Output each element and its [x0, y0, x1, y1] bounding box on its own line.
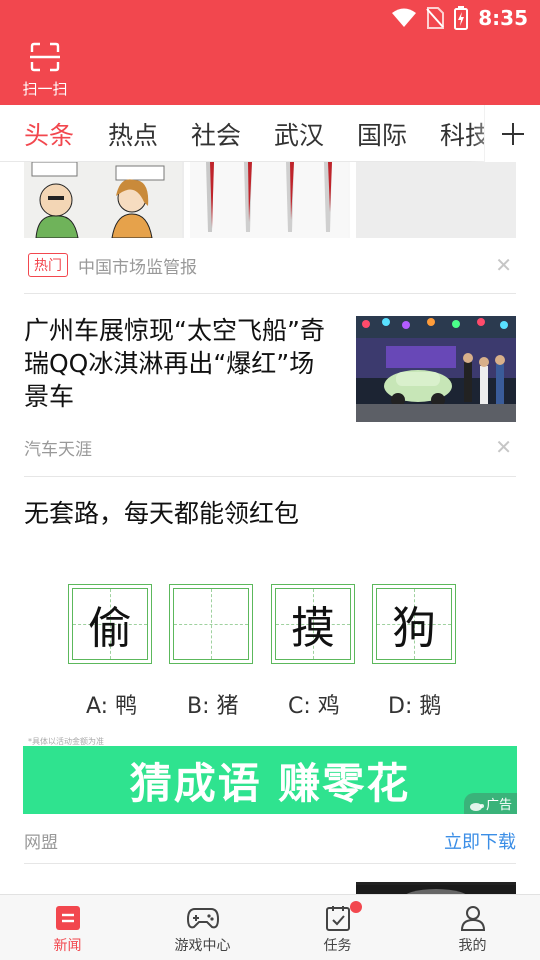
torch-image — [190, 162, 350, 238]
option-c[interactable]: C: 鸡 — [288, 688, 340, 720]
tab-hot[interactable]: 热点 — [108, 116, 158, 152]
idiom-char-box: 狗 — [372, 584, 456, 664]
image-row[interactable] — [24, 162, 516, 238]
add-tab-button[interactable] — [484, 105, 540, 162]
dismiss-icon[interactable]: ✕ — [495, 253, 512, 277]
hot-badge: 热门 — [28, 253, 68, 277]
nav-label: 我的 — [458, 938, 487, 954]
ad-title[interactable]: 无套路，每天都能领红包 — [24, 494, 299, 530]
idiom-char: 偷 — [88, 603, 132, 654]
tab-wuhan[interactable]: 武汉 — [274, 116, 324, 152]
no-sim-icon — [426, 7, 445, 29]
scan-label: 扫一扫 — [22, 80, 68, 98]
option-a[interactable]: A: 鸭 — [86, 688, 137, 720]
idiom-puzzle[interactable]: 偷 摸 狗 — [68, 584, 458, 664]
news-feed: 热门 中国市场监管报 ✕ 广州车展惊现“太空飞船”奇瑞QQ冰淇淋再出“爆红”场景… — [0, 162, 540, 894]
placeholder-image — [356, 162, 516, 238]
divider — [24, 476, 516, 477]
item2-source: 汽车天涯 — [24, 439, 92, 460]
ad-source: 网盟 — [24, 833, 58, 853]
nav-profile[interactable]: 我的 — [405, 895, 540, 960]
status-bar: 8:35 — [392, 0, 540, 36]
app-header: 8:35 扫一扫 — [0, 0, 540, 105]
dismiss-icon[interactable]: ✕ — [495, 435, 512, 459]
idiom-char-box: 摸 — [271, 584, 355, 664]
nav-label: 任务 — [323, 938, 352, 954]
answer-options: A: 鸭 B: 猪 C: 鸡 D: 鹅 — [86, 688, 466, 720]
item1-source: 中国市场监管报 — [78, 257, 197, 278]
ad-tag: 广告 — [463, 793, 517, 814]
ad-banner-text: 猜成语 赚零花 — [129, 758, 411, 808]
idiom-char: 狗 — [392, 603, 436, 654]
profile-icon — [460, 906, 485, 931]
nav-news[interactable]: 新闻 — [0, 895, 135, 960]
clock: 8:35 — [478, 6, 528, 30]
idiom-blank-box — [169, 584, 253, 664]
divider — [24, 293, 516, 294]
option-b[interactable]: B: 猪 — [187, 688, 239, 720]
plus-icon — [501, 122, 524, 145]
nav-tasks[interactable]: 任务 — [270, 895, 405, 960]
battery-charging-icon — [454, 6, 469, 30]
idiom-char: 摸 — [291, 603, 335, 654]
item2-meta: 汽车天涯 ✕ — [24, 432, 516, 462]
option-d[interactable]: D: 鹅 — [388, 688, 441, 720]
notification-dot — [350, 901, 362, 913]
scan-icon — [30, 42, 60, 72]
nav-label: 新闻 — [53, 938, 82, 954]
item1-meta: 热门 中国市场监管报 ✕ — [24, 250, 516, 280]
article-title[interactable]: 广州车展惊现“太空飞船”奇瑞QQ冰淇淋再出“爆红”场景车 — [24, 314, 334, 413]
next-article-thumbnail[interactable] — [356, 882, 516, 894]
tab-international[interactable]: 国际 — [357, 116, 407, 152]
nav-game-center[interactable]: 游戏中心 — [135, 895, 270, 960]
tab-society[interactable]: 社会 — [191, 116, 241, 152]
gamepad-icon — [186, 908, 219, 929]
wifi-icon — [392, 8, 417, 27]
bottom-nav: 新闻 游戏中心 任务 我的 — [0, 894, 540, 960]
task-icon — [325, 906, 350, 931]
turtle-icon — [469, 803, 484, 811]
category-tabs: 头条 热点 社会 武汉 国际 科技 — [0, 105, 540, 162]
idiom-char-box: 偷 — [68, 584, 152, 664]
comic-image — [24, 162, 184, 238]
nav-label: 游戏中心 — [174, 938, 231, 954]
ad-banner[interactable]: 猜成语 赚零花 广告 — [23, 746, 517, 814]
tab-headlines[interactable]: 头条 — [24, 116, 74, 152]
scan-button[interactable]: 扫一扫 — [18, 42, 72, 99]
divider — [24, 863, 516, 864]
download-button[interactable]: 立即下载 — [444, 828, 516, 854]
ad-tag-label: 广告 — [485, 798, 512, 813]
article-thumbnail[interactable] — [356, 316, 516, 422]
news-icon — [55, 906, 80, 930]
